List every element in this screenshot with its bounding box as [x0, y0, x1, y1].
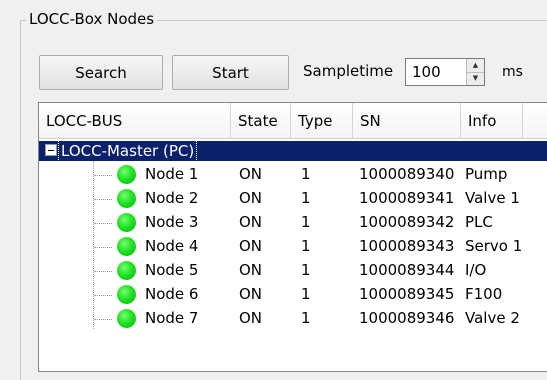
node-info: Servo 1 — [465, 237, 523, 255]
spin-down-icon[interactable]: ▼ — [467, 71, 484, 86]
sampletime-spinbox[interactable]: 100 ▲ ▼ — [405, 58, 485, 86]
status-on-icon — [117, 261, 136, 280]
sampletime-label: Sampletime — [303, 62, 394, 80]
node-info: Valve 2 — [465, 309, 520, 327]
column-header-sn[interactable]: SN — [353, 103, 461, 139]
status-on-icon — [117, 309, 136, 328]
node-info: Valve 1 — [465, 189, 520, 207]
status-on-icon — [117, 165, 136, 184]
tree-row-node[interactable]: Node 4 ON 1 1000089343 Servo 1 — [39, 235, 547, 259]
node-sn: 1000089344 — [359, 261, 455, 279]
tree-connector — [94, 271, 112, 272]
tree-row-node[interactable]: Node 3 ON 1 1000089342 PLC — [39, 211, 547, 235]
status-on-icon — [117, 285, 136, 304]
node-name: Node 2 — [145, 189, 199, 207]
node-name: Node 3 — [145, 213, 199, 231]
node-type: 1 — [301, 165, 311, 183]
node-sn: 1000089343 — [359, 237, 455, 255]
node-sn: 1000089345 — [359, 285, 455, 303]
tree-row-node[interactable]: Node 2 ON 1 1000089341 Valve 1 — [39, 187, 547, 211]
status-on-icon — [117, 189, 136, 208]
node-name: Node 6 — [145, 285, 199, 303]
node-name: Node 1 — [145, 165, 199, 183]
master-node-label[interactable]: LOCC-Master (PC) — [57, 140, 198, 162]
node-sn: 1000089341 — [359, 189, 455, 207]
node-name: Node 7 — [145, 309, 199, 327]
tree-header: LOCC-BUS State Type SN Info — [39, 103, 547, 139]
column-header-type[interactable]: Type — [291, 103, 353, 139]
node-info: I/O — [465, 261, 487, 279]
tree-connector — [94, 319, 112, 320]
tree-connector — [94, 223, 112, 224]
node-info: F100 — [465, 285, 503, 303]
node-state: ON — [239, 213, 263, 231]
column-header-state[interactable]: State — [231, 103, 291, 139]
node-type: 1 — [301, 285, 311, 303]
tree-connector — [94, 295, 112, 296]
node-state: ON — [239, 189, 263, 207]
spin-up-icon[interactable]: ▲ — [467, 59, 484, 72]
tree-row-node[interactable]: Node 6 ON 1 1000089345 F100 — [39, 283, 547, 307]
sampletime-value[interactable]: 100 — [412, 63, 441, 81]
spin-buttons[interactable]: ▲ ▼ — [466, 59, 484, 85]
node-sn: 1000089340 — [359, 165, 455, 183]
tree-row-node[interactable]: Node 5 ON 1 1000089344 I/O — [39, 259, 547, 283]
node-type: 1 — [301, 213, 311, 231]
search-button[interactable]: Search — [39, 55, 163, 90]
column-header-locc-bus[interactable]: LOCC-BUS — [39, 103, 231, 139]
tree-connector — [94, 175, 112, 176]
collapse-icon[interactable] — [45, 144, 57, 156]
node-state: ON — [239, 261, 263, 279]
node-state: ON — [239, 309, 263, 327]
node-tree-view[interactable]: LOCC-BUS State Type SN Info LOCC-Master … — [38, 102, 547, 372]
node-sn: 1000089342 — [359, 213, 455, 231]
node-type: 1 — [301, 237, 311, 255]
start-button[interactable]: Start — [172, 55, 289, 90]
node-type: 1 — [301, 189, 311, 207]
column-header-filler — [523, 103, 547, 139]
group-title: LOCC-Box Nodes — [26, 10, 158, 28]
node-type: 1 — [301, 309, 311, 327]
node-type: 1 — [301, 261, 311, 279]
tree-row-node[interactable]: Node 1 ON 1 1000089340 Pump — [39, 163, 547, 187]
node-state: ON — [239, 285, 263, 303]
unit-label: ms — [502, 64, 523, 80]
node-sn: 1000089346 — [359, 309, 455, 327]
tree-row-node[interactable]: Node 7 ON 1 1000089346 Valve 2 — [39, 307, 547, 331]
status-on-icon — [117, 213, 136, 232]
column-header-info[interactable]: Info — [461, 103, 523, 139]
node-info: PLC — [465, 213, 493, 231]
status-on-icon — [117, 237, 136, 256]
node-state: ON — [239, 237, 263, 255]
node-name: Node 4 — [145, 237, 199, 255]
node-name: Node 5 — [145, 261, 199, 279]
node-state: ON — [239, 165, 263, 183]
tree-connector — [94, 247, 112, 248]
tree-connector — [94, 199, 112, 200]
node-info: Pump — [465, 165, 508, 183]
